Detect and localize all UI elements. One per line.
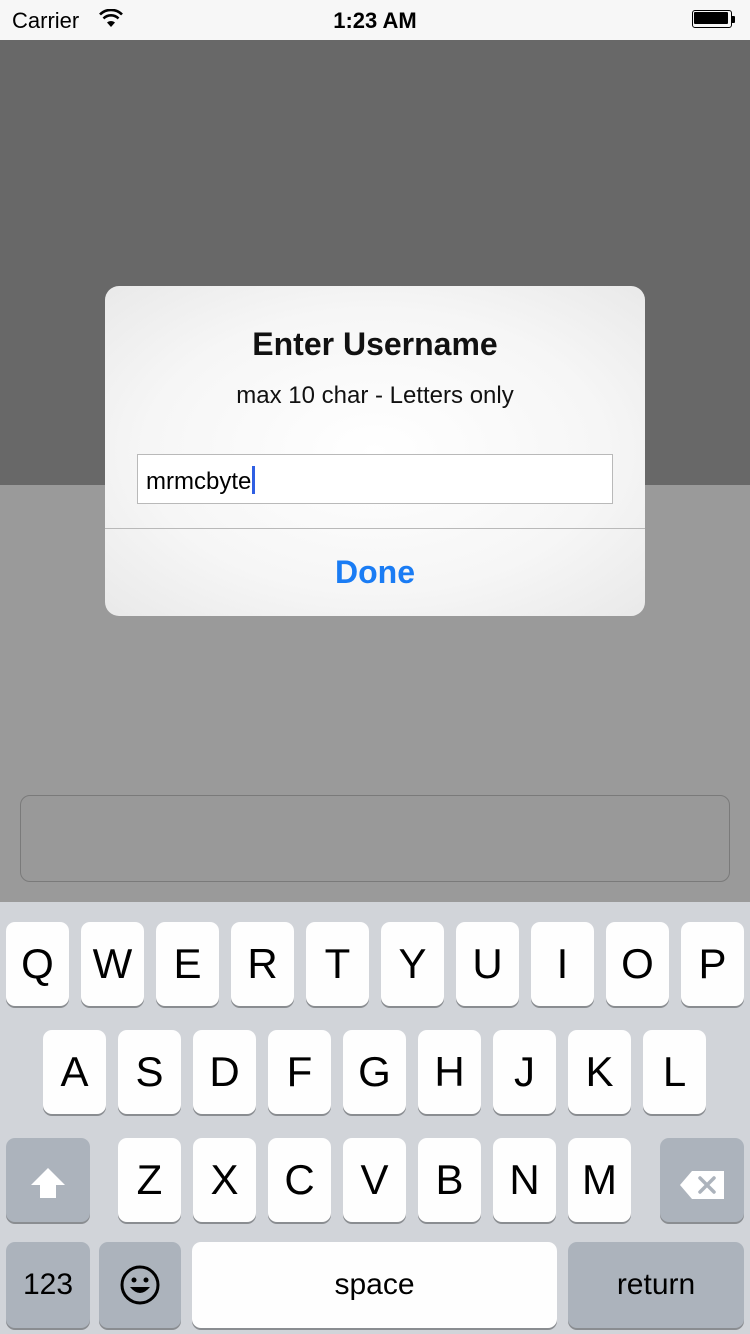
username-alert: Enter Username max 10 char - Letters onl…: [105, 286, 645, 616]
space-key[interactable]: space: [192, 1242, 557, 1328]
status-time: 1:23 AM: [333, 8, 417, 33]
username-input[interactable]: mrmcbyte: [137, 454, 613, 504]
alert-message: max 10 char - Letters only: [236, 382, 514, 409]
key-b[interactable]: B: [418, 1138, 481, 1222]
delete-icon: [660, 1163, 744, 1211]
key-i[interactable]: I: [531, 922, 594, 1006]
key-q[interactable]: Q: [6, 922, 69, 1006]
key-z[interactable]: Z: [118, 1138, 181, 1222]
battery-icon: [692, 10, 736, 30]
key-t[interactable]: T: [306, 922, 369, 1006]
key-u[interactable]: U: [456, 922, 519, 1006]
numbers-key[interactable]: 123: [6, 1242, 90, 1328]
done-button[interactable]: Done: [105, 529, 645, 616]
username-input-value: mrmcbyte: [146, 468, 252, 495]
text-caret: [252, 466, 256, 494]
key-f[interactable]: F: [268, 1030, 331, 1114]
emoji-key[interactable]: [99, 1242, 181, 1328]
key-n[interactable]: N: [493, 1138, 556, 1222]
return-key[interactable]: return: [568, 1242, 744, 1328]
status-bar: Carrier 1:23 AM: [0, 0, 750, 40]
shift-key[interactable]: [6, 1138, 90, 1222]
key-y[interactable]: Y: [381, 922, 444, 1006]
key-g[interactable]: G: [343, 1030, 406, 1114]
keyboard: QWERTYUIOP ASDFGHJKL ZXCVBNM 123 space r…: [0, 902, 750, 1334]
key-m[interactable]: M: [568, 1138, 631, 1222]
key-v[interactable]: V: [343, 1138, 406, 1222]
delete-key[interactable]: [660, 1138, 744, 1222]
key-w[interactable]: W: [81, 922, 144, 1006]
key-d[interactable]: D: [193, 1030, 256, 1114]
key-a[interactable]: A: [43, 1030, 106, 1114]
key-r[interactable]: R: [231, 922, 294, 1006]
background-text-view: [20, 795, 730, 882]
key-k[interactable]: K: [568, 1030, 631, 1114]
key-p[interactable]: P: [681, 922, 744, 1006]
emoji-icon: [99, 1264, 181, 1316]
key-h[interactable]: H: [418, 1030, 481, 1114]
key-j[interactable]: J: [493, 1030, 556, 1114]
key-s[interactable]: S: [118, 1030, 181, 1114]
alert-title: Enter Username: [252, 326, 498, 362]
key-c[interactable]: C: [268, 1138, 331, 1222]
shift-icon: [6, 1162, 90, 1210]
key-l[interactable]: L: [643, 1030, 706, 1114]
key-o[interactable]: O: [606, 922, 669, 1006]
key-x[interactable]: X: [193, 1138, 256, 1222]
key-e[interactable]: E: [156, 922, 219, 1006]
